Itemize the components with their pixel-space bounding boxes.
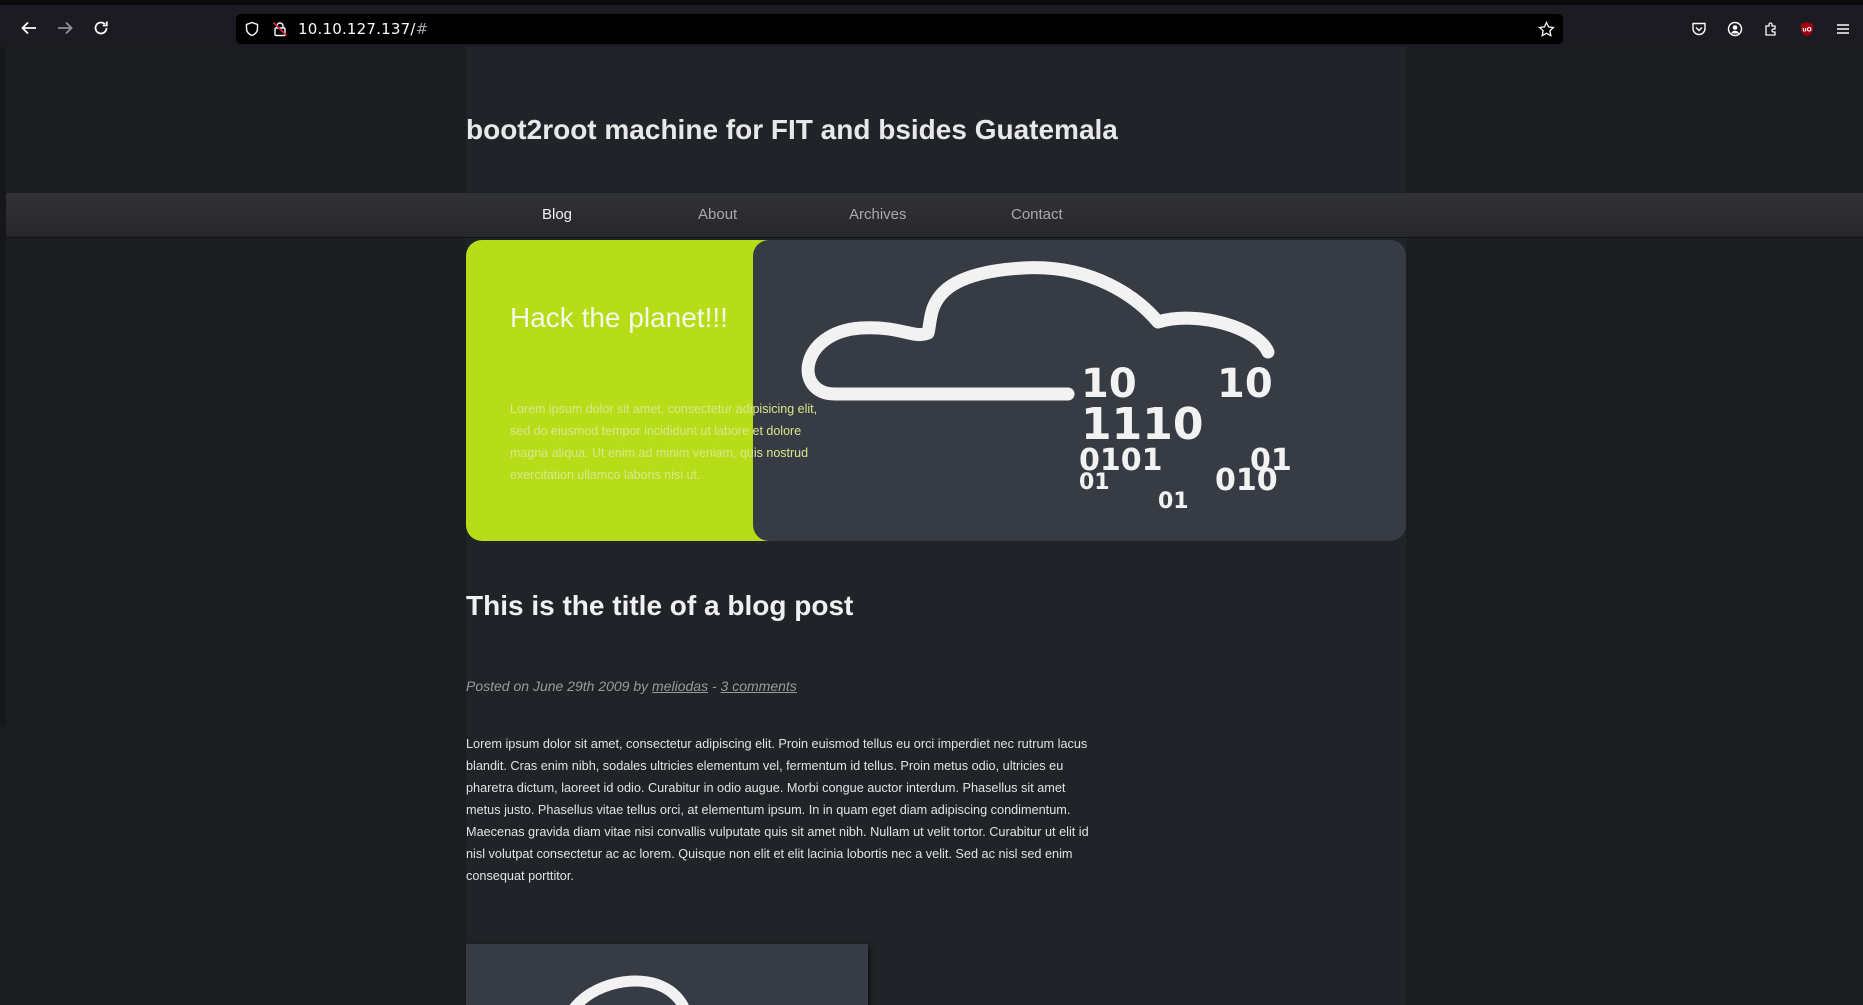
connection-not-secure[interactable] [270, 19, 290, 39]
pocket-button[interactable] [1688, 18, 1710, 40]
arrow-left-icon [21, 21, 36, 35]
ublock-icon: uO [1801, 22, 1813, 36]
star-icon [1537, 20, 1555, 37]
account-icon [1727, 21, 1743, 37]
post-meta-date: Posted on June 29th 2009 by [466, 678, 653, 694]
binary-text: 010 [1215, 463, 1278, 498]
nav-link-archives[interactable]: Archives [849, 206, 907, 223]
binary-text: 01 [1079, 470, 1110, 495]
site-title: boot2root machine for FIT and bsides Gua… [466, 114, 1118, 145]
cloud-outline [801, 261, 1275, 401]
forward-button[interactable] [51, 14, 79, 42]
left-edge-strip [0, 47, 6, 727]
account-button[interactable] [1724, 18, 1746, 40]
svg-text:uO: uO [1802, 27, 1811, 34]
puzzle-icon [1765, 22, 1776, 36]
hero-heading: Hack the planet!!! [510, 302, 728, 333]
binary-text: 10 [1217, 361, 1273, 407]
app-menu-button[interactable] [1832, 18, 1854, 40]
arrow-right-icon [58, 21, 73, 35]
web-page: boot2root machine for FIT and bsides Gua… [0, 47, 1863, 1005]
bookmark-button[interactable] [1536, 19, 1556, 39]
ublock-button[interactable]: uO [1796, 18, 1818, 40]
post-body: Lorem ipsum dolor sit amet, consectetur … [466, 737, 1089, 883]
browser-toolbar: 10.10.127.137/# uO [0, 5, 1863, 47]
pocket-icon [1692, 22, 1706, 36]
extensions-button[interactable] [1760, 18, 1782, 40]
post-meta: Posted on June 29th 2009 by meliodas - 3… [466, 678, 797, 694]
site-navbar: Blog About Archives Contact [6, 193, 1863, 237]
site-info-button[interactable] [242, 19, 262, 39]
url-text[interactable]: 10.10.127.137/# [298, 20, 428, 38]
cloud-binary-illustration: 10 10 1110 0101 01 01 010 01 [801, 261, 1292, 514]
url-hash: # [415, 20, 429, 38]
post-author-link[interactable]: meliodas [652, 678, 708, 694]
post-title: This is the title of a blog post [466, 590, 854, 621]
nav-link-about[interactable]: About [698, 206, 737, 223]
address-bar[interactable]: 10.10.127.137/# [236, 14, 1563, 44]
binary-text: 01 [1158, 489, 1189, 514]
hero-banner: 10 10 1110 0101 01 01 010 01 Hack the pl… [466, 240, 1406, 541]
reload-button[interactable] [87, 14, 115, 42]
url-host: 10.10.127.137/ [298, 20, 416, 38]
nav-link-contact[interactable]: Contact [1011, 206, 1063, 223]
post-image [466, 944, 868, 1005]
back-button[interactable] [15, 14, 43, 42]
lock-icon [272, 21, 288, 37]
post-comments-link[interactable]: 3 comments [721, 678, 797, 694]
nav-link-blog[interactable]: Blog [542, 206, 572, 223]
hero-green-panel [466, 240, 796, 541]
post-meta-separator: - [708, 678, 721, 694]
shield-icon [245, 21, 259, 37]
hamburger-menu-icon [1837, 24, 1849, 34]
post-image-cloud [569, 975, 689, 1005]
hero-text: Lorem ipsum dolor sit amet, consectetur … [510, 402, 818, 482]
reload-icon [94, 21, 108, 35]
